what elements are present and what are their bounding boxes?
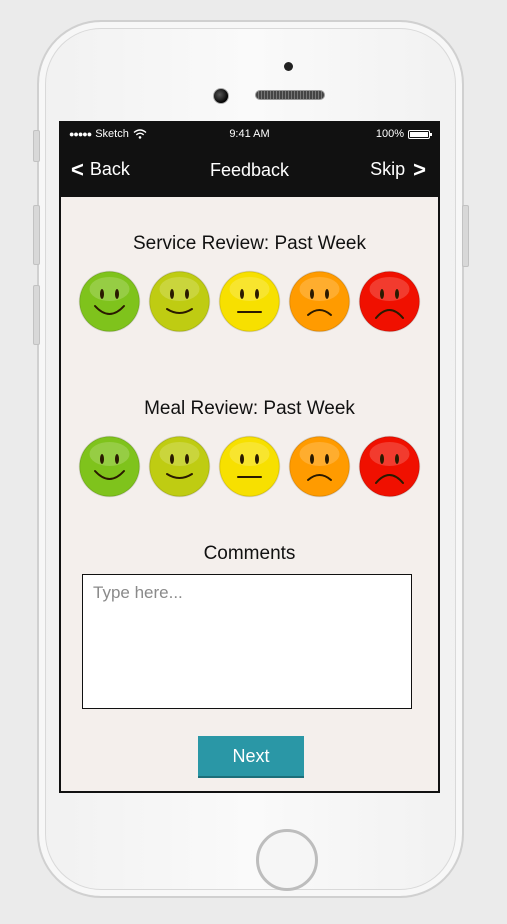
volume-up-button: [33, 205, 40, 265]
navigation-bar: < Back Feedback Skip >: [61, 145, 438, 197]
comments-input[interactable]: [82, 574, 412, 709]
front-camera-icon: [213, 88, 229, 104]
back-button[interactable]: < Back: [71, 156, 130, 182]
very-happy-face-icon[interactable]: [78, 435, 141, 498]
next-button[interactable]: Next: [198, 736, 304, 778]
meal-review-title: Meal Review: Past Week: [144, 398, 355, 419]
skip-label: Skip: [370, 159, 406, 179]
happy-face-icon[interactable]: [148, 270, 211, 333]
happy-face-icon[interactable]: [148, 435, 211, 498]
chevron-right-icon: >: [413, 156, 426, 182]
service-review-rating: [78, 270, 421, 333]
status-bar: ●●●●● Sketch 9:41 AM 100%: [61, 123, 438, 145]
mute-switch: [33, 130, 40, 162]
very-sad-face-icon[interactable]: [358, 270, 421, 333]
chevron-left-icon: <: [71, 156, 84, 182]
skip-button[interactable]: Skip >: [370, 156, 426, 182]
back-label: Back: [89, 159, 130, 179]
sad-face-icon[interactable]: [288, 435, 351, 498]
sad-face-icon[interactable]: [288, 270, 351, 333]
meal-review-rating: [78, 435, 421, 498]
power-button: [462, 205, 469, 267]
screen: ●●●●● Sketch 9:41 AM 100% < Back Feedbac…: [59, 121, 440, 793]
service-review-title: Service Review: Past Week: [132, 233, 366, 254]
home-button[interactable]: [256, 829, 318, 891]
neutral-face-icon[interactable]: [218, 270, 281, 333]
volume-down-button: [33, 285, 40, 345]
battery-icon: [408, 129, 432, 139]
very-sad-face-icon[interactable]: [358, 435, 421, 498]
very-happy-face-icon[interactable]: [78, 270, 141, 333]
comments-title: Comments: [203, 543, 296, 564]
battery-percent: 100%: [375, 128, 404, 140]
earpiece-speaker: [255, 90, 325, 100]
feedback-content: Service Review: Past Week Meal Review: P…: [61, 197, 438, 791]
proximity-sensor: [284, 62, 293, 71]
neutral-face-icon[interactable]: [218, 435, 281, 498]
